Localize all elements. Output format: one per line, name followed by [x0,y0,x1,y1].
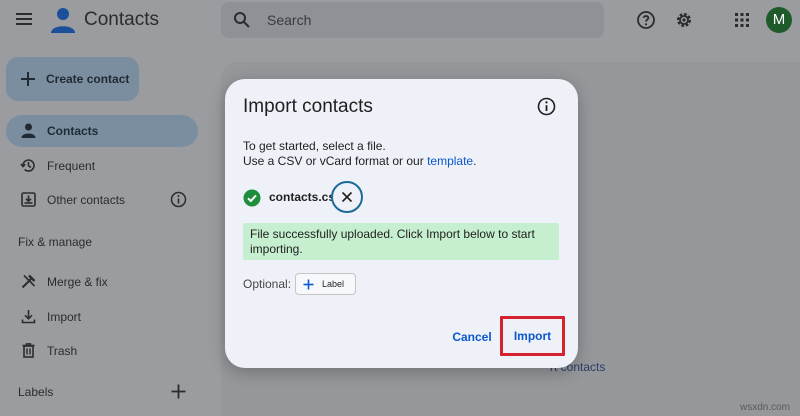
contacts-logo-icon [51,8,75,33]
remove-file-button[interactable] [331,181,363,213]
top-bar: Contacts Search M [0,0,800,42]
sidebar-item-label: Other contacts [47,193,126,207]
sidebar-item-other-contacts[interactable]: Other contacts [6,184,198,216]
download-box-icon [21,192,36,207]
history-icon [20,159,35,172]
download-icon [21,310,36,324]
sidebar-item-merge-fix[interactable]: Merge & fix [6,266,198,298]
trash-icon [22,343,35,358]
apps-grid-icon[interactable] [732,10,752,30]
settings-gear-icon[interactable] [674,10,694,30]
format-hint-text: Use a CSV or vCard format or our [243,154,428,168]
sidebar-item-trash[interactable]: Trash [6,335,198,367]
upload-success-message: File successfully uploaded. Click Import… [250,227,535,256]
dialog-format-hint: Use a CSV or vCard format or our templat… [243,154,476,168]
plus-icon [21,72,35,86]
search-icon [234,12,250,28]
dialog-instruction: To get started, select a file. [243,139,386,153]
search-bar[interactable]: Search [221,2,604,38]
help-icon[interactable] [636,10,656,30]
menu-icon[interactable] [16,13,32,25]
sidebar-item-import[interactable]: Import [6,301,198,333]
plus-icon [303,279,314,290]
cancel-button[interactable]: Cancel [449,327,495,347]
upload-success-banner: File successfully uploaded. Click Import… [243,223,559,260]
sidebar-item-label: Merge & fix [47,275,108,289]
sidebar-item-label: Contacts [47,124,99,138]
sidebar-item-frequent[interactable]: Frequent [6,150,198,182]
add-label-button[interactable]: Label [295,273,356,295]
section-labels: Labels [18,385,54,399]
person-icon [21,123,36,138]
info-icon[interactable] [170,191,187,208]
import-button[interactable]: Import [500,316,565,356]
app-title: Contacts [84,9,159,30]
template-link[interactable]: template [427,154,473,168]
sidebar-item-label: Trash [47,344,78,358]
format-hint-end: . [473,154,477,168]
sidebar-item-contacts[interactable]: Contacts [6,115,198,147]
close-icon [341,191,353,203]
sidebar-item-label: Frequent [47,159,96,173]
import-contacts-dialog: Import contacts To get started, select a… [225,79,578,368]
account-avatar[interactable]: M [766,7,792,33]
label-button-text: Label [322,279,345,289]
add-label-plus-icon[interactable] [170,383,187,400]
watermark: wsxdn.com [740,402,791,413]
check-circle-icon [243,189,261,207]
search-input[interactable]: Search [267,12,311,28]
create-contact-label: Create contact [46,72,130,86]
optional-label: Optional: [243,277,292,291]
sidebar-item-label: Import [47,310,82,324]
section-fix-manage: Fix & manage [18,235,93,249]
create-contact-button[interactable]: Create contact [6,57,139,101]
dialog-title: Import contacts [243,96,373,117]
tools-icon [21,274,36,289]
info-icon[interactable] [537,97,556,116]
